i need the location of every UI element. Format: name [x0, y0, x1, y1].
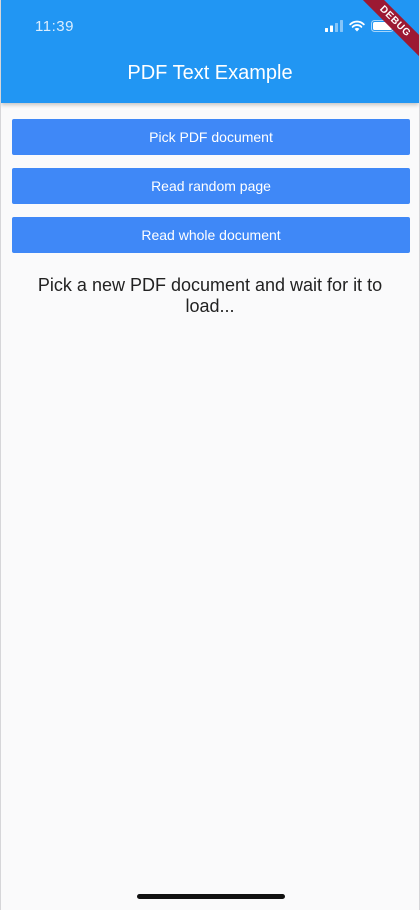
battery-icon	[371, 20, 397, 32]
wifi-icon	[349, 20, 365, 32]
read-random-page-button[interactable]: Read random page	[12, 168, 410, 204]
action-buttons: Pick PDF document Read random page Read …	[12, 119, 410, 266]
home-indicator[interactable]	[137, 894, 285, 899]
status-time: 11:39	[35, 18, 74, 35]
read-whole-document-button[interactable]: Read whole document	[12, 217, 410, 253]
status-message: Pick a new PDF document and wait for it …	[37, 275, 383, 316]
app-bar: 11:39 PDF Text Example	[1, 0, 419, 103]
page-title: PDF Text Example	[127, 62, 293, 84]
pick-pdf-button[interactable]: Pick PDF document	[12, 119, 410, 155]
app-screen: 11:39 PDF Text Example DEBUG Pick PDF do…	[0, 0, 420, 910]
cellular-signal-icon	[325, 20, 343, 32]
status-icons	[325, 18, 397, 34]
